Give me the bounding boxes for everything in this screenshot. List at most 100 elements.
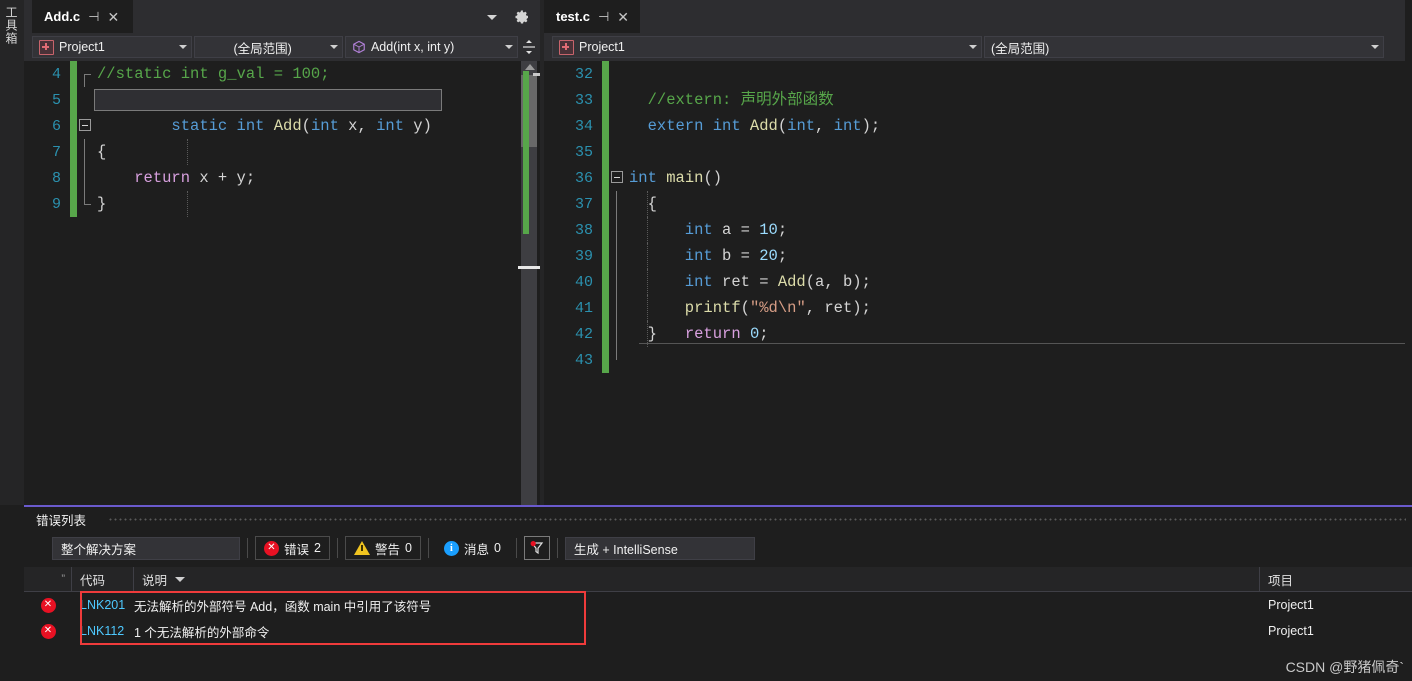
- build-filter-value: 生成 + IntelliSense: [574, 539, 678, 558]
- code-text: }: [97, 191, 540, 217]
- fold-column[interactable]: [77, 191, 97, 217]
- fold-line: [84, 74, 85, 87]
- column-header-code[interactable]: 代码: [72, 567, 134, 591]
- code-line[interactable]: 36 int main(): [544, 165, 1412, 191]
- line-number: 40: [544, 274, 602, 291]
- pin-icon[interactable]: ⊣: [88, 10, 99, 23]
- build-filter-dropdown[interactable]: 生成 + IntelliSense: [565, 537, 755, 560]
- grid-header-row: ” 代码 说明 项目: [24, 567, 1412, 592]
- scope-selector-right-value: (全局范围): [991, 38, 1365, 57]
- panel-drag-grip[interactable]: [108, 517, 1406, 522]
- collapse-toggle-icon[interactable]: [611, 171, 623, 183]
- pin-icon[interactable]: ⊣: [598, 10, 609, 23]
- collapse-toggle-icon[interactable]: [79, 119, 91, 131]
- error-icon: ✕: [264, 541, 279, 556]
- toolbar-separator: [247, 538, 248, 558]
- code-line[interactable]: 39 int b = 20;: [544, 243, 1412, 269]
- code-line[interactable]: 33 //extern: 声明外部函数: [544, 87, 1412, 113]
- error-list-grid: ” 代码 说明 项目 ✕ LNK201 无法解析的外部符号 Add，函数 mai…: [24, 567, 1412, 681]
- fold-column[interactable]: [609, 217, 629, 243]
- code-line[interactable]: 43 }: [544, 347, 1412, 373]
- scope-selector-left[interactable]: (全局范围): [194, 36, 343, 58]
- scope-selector-right[interactable]: (全局范围): [984, 36, 1384, 58]
- errors-label: 错误: [284, 539, 309, 558]
- scope-filter-dropdown[interactable]: 整个解决方案: [52, 537, 240, 560]
- fold-column[interactable]: [609, 295, 629, 321]
- tab-strip-right: test.c ⊣ ✕: [544, 0, 1412, 33]
- row-code[interactable]: LNK201: [72, 592, 134, 618]
- column-header-project[interactable]: 项目: [1260, 567, 1412, 591]
- fold-column[interactable]: [609, 191, 629, 217]
- fold-column[interactable]: [77, 139, 97, 165]
- code-editor-left[interactable]: 4 //static int g_val = 100; 5 6 static i…: [24, 61, 540, 505]
- line-number: 38: [544, 222, 602, 239]
- change-indicator: [70, 113, 77, 139]
- toolbar-separator: [337, 538, 338, 558]
- code-line[interactable]: 38 int a = 10;: [544, 217, 1412, 243]
- code-line[interactable]: 9 }: [24, 191, 540, 217]
- column-header-description[interactable]: 说明: [134, 567, 1260, 591]
- code-line[interactable]: 40 int ret = Add(a, b);: [544, 269, 1412, 295]
- column-header-code-label: 代码: [80, 570, 105, 589]
- fold-column[interactable]: [77, 113, 97, 139]
- table-row[interactable]: ✕ LNK112 1 个无法解析的外部命令 Project1: [24, 618, 1412, 644]
- code-text: int a = 10;: [629, 217, 1412, 243]
- gear-icon[interactable]: [514, 9, 530, 25]
- code-line[interactable]: 35: [544, 139, 1412, 165]
- code-line[interactable]: 34 extern int Add(int, int);: [544, 113, 1412, 139]
- project-selector-left[interactable]: Project1: [32, 36, 192, 58]
- table-row[interactable]: ✕ LNK201 无法解析的外部符号 Add，函数 main 中引用了该符号 P…: [24, 592, 1412, 618]
- fold-column[interactable]: [609, 321, 629, 347]
- fold-column[interactable]: [609, 243, 629, 269]
- code-editor-right[interactable]: 32 33 //extern: 声明外部函数 34 extern int Add…: [544, 61, 1412, 505]
- scope-selector-left-value: (全局范围): [201, 38, 324, 57]
- code-line[interactable]: 7 {: [24, 139, 540, 165]
- line-number: 32: [544, 66, 602, 83]
- close-icon[interactable]: ✕: [107, 10, 119, 24]
- code-line[interactable]: 37 {: [544, 191, 1412, 217]
- row-project: Project1: [1260, 618, 1412, 644]
- fold-column[interactable]: [77, 61, 97, 87]
- error-list-toolbar: 整个解决方案 ✕ 错误 2 警告 0 i 消息 0: [24, 533, 1412, 563]
- chevron-down-icon: [1371, 45, 1379, 49]
- row-code[interactable]: LNK112: [72, 618, 134, 644]
- fold-column[interactable]: [609, 347, 629, 373]
- project-icon: [559, 40, 574, 55]
- change-indicator: [602, 139, 609, 165]
- toolbar-separator: [428, 538, 429, 558]
- member-selector-left[interactable]: Add(int x, int y): [345, 36, 518, 58]
- code-line[interactable]: 4 //static int g_val = 100;: [24, 61, 540, 87]
- vertical-scrollbar-left[interactable]: [516, 61, 540, 505]
- code-line[interactable]: 6 static int Add(int x, int y): [24, 113, 540, 139]
- scroll-up-icon[interactable]: [525, 64, 535, 70]
- code-line[interactable]: 32: [544, 61, 1412, 87]
- close-icon[interactable]: ✕: [617, 10, 629, 24]
- code-line[interactable]: 41 printf("%d\n", ret);: [544, 295, 1412, 321]
- change-indicator: [70, 139, 77, 165]
- toolbar-separator: [516, 538, 517, 558]
- fold-column[interactable]: [609, 269, 629, 295]
- change-indicator: [602, 295, 609, 321]
- filter-icon[interactable]: [524, 536, 550, 560]
- tab-test-c[interactable]: test.c ⊣ ✕: [544, 0, 640, 33]
- chevron-down-icon: [330, 45, 338, 49]
- toolbar-separator: [557, 538, 558, 558]
- line-number: 5: [24, 92, 70, 109]
- row-severity-icon-cell: ✕: [24, 618, 72, 644]
- code-line[interactable]: 8 return x + y;: [24, 165, 540, 191]
- change-indicator: [602, 347, 609, 373]
- project-selector-right[interactable]: Project1: [552, 36, 982, 58]
- fold-column[interactable]: [77, 165, 97, 191]
- column-header-icon[interactable]: ”: [24, 567, 72, 591]
- tab-add-c[interactable]: Add.c ⊣ ✕: [32, 0, 133, 33]
- errors-toggle-button[interactable]: ✕ 错误 2: [255, 536, 330, 560]
- fold-column: [609, 61, 629, 87]
- split-window-icon[interactable]: [520, 36, 538, 58]
- fold-column[interactable]: [609, 165, 629, 191]
- warnings-toggle-button[interactable]: 警告 0: [345, 536, 421, 560]
- info-icon: i: [444, 541, 459, 556]
- current-line-underline: [639, 343, 1412, 344]
- messages-toggle-button[interactable]: i 消息 0: [436, 536, 509, 560]
- toolbox-tab[interactable]: 工具箱: [0, 0, 25, 505]
- chevron-down-icon[interactable]: [484, 9, 500, 25]
